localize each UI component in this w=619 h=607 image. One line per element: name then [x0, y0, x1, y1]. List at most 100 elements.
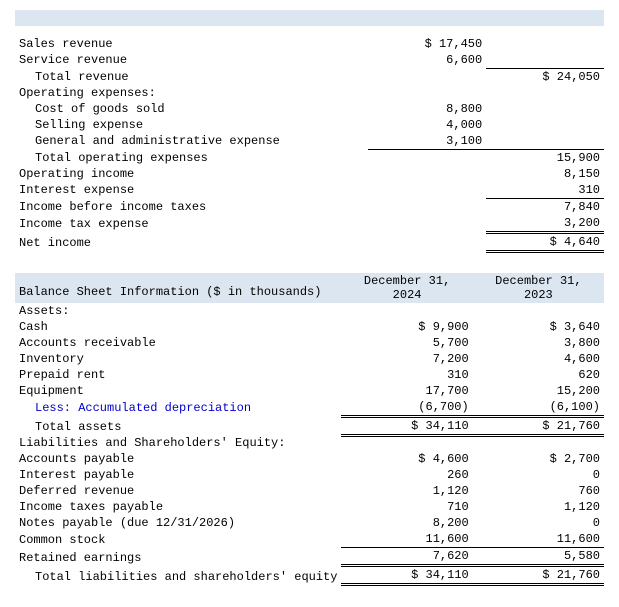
income-row-label: Total revenue: [15, 68, 368, 85]
income-row-right: 3,200: [486, 215, 604, 233]
income-row-right: 15,900: [486, 149, 604, 166]
balance-row: Total liabilities and shareholders' equi…: [15, 566, 604, 585]
income-row: Total revenue$ 24,050: [15, 68, 604, 85]
balance-row-2024: 5,700: [341, 335, 472, 351]
balance-row-2024: 710: [341, 499, 472, 515]
balance-row-label: Prepaid rent: [15, 367, 341, 383]
income-statement-table: Sales revenue$ 17,450Service revenue6,60…: [15, 36, 604, 253]
balance-row-2023: [473, 303, 604, 319]
balance-row-label: Common stock: [15, 531, 341, 548]
income-row: Income before income taxes7,840: [15, 198, 604, 215]
balance-row-label: Retained earnings: [15, 548, 341, 566]
balance-row-label: Total liabilities and shareholders' equi…: [15, 566, 341, 585]
income-row-mid: [368, 215, 486, 233]
income-row-right: 8,150: [486, 166, 604, 182]
income-row-label: Operating income: [15, 166, 368, 182]
balance-row-label: Accounts receivable: [15, 335, 341, 351]
balance-row-label: Total assets: [15, 416, 341, 435]
balance-row-label: Interest payable: [15, 467, 341, 483]
balance-row-2024: 7,620: [341, 548, 472, 566]
balance-row-2023: 0: [473, 467, 604, 483]
balance-row-2024: 260: [341, 467, 472, 483]
income-row: Income tax expense 3,200: [15, 215, 604, 233]
income-row-mid: 8,800: [368, 101, 486, 117]
balance-row-2023: $ 21,760: [473, 416, 604, 435]
income-row-mid: 6,600: [368, 52, 486, 68]
income-row: Cost of goods sold8,800: [15, 101, 604, 117]
income-row-label: Income tax expense: [15, 215, 368, 233]
balance-row-2023: 15,200: [473, 383, 604, 399]
balance-row-2024: $ 34,110: [341, 416, 472, 435]
income-row-label: Income before income taxes: [15, 198, 368, 215]
income-row-label: Net income: [15, 232, 368, 251]
balance-row-label: Accounts payable: [15, 451, 341, 467]
income-row: General and administrative expense3,100: [15, 133, 604, 150]
balance-row-2024: [341, 303, 472, 319]
balance-row-2023: 4,600: [473, 351, 604, 367]
balance-row-2023: (6,100): [473, 399, 604, 417]
balance-sheet-table: Balance Sheet Information ($ in thousand…: [15, 273, 604, 587]
balance-row: Less: Accumulated depreciation(6,700)(6,…: [15, 399, 604, 417]
balance-row-2023: 1,120: [473, 499, 604, 515]
income-row-right: $ 4,640: [486, 232, 604, 251]
balance-row-2023: 760: [473, 483, 604, 499]
income-row-mid: 4,000: [368, 117, 486, 133]
income-row-label: Selling expense: [15, 117, 368, 133]
balance-row-2024: 1,120: [341, 483, 472, 499]
balance-row-label: Notes payable (due 12/31/2026): [15, 515, 341, 531]
income-row-label: Cost of goods sold: [15, 101, 368, 117]
balance-row-label: Deferred revenue: [15, 483, 341, 499]
balance-row-2024: [341, 435, 472, 451]
income-row-label: Interest expense: [15, 182, 368, 199]
income-row-mid: $ 17,450: [368, 36, 486, 52]
income-row-mid: [368, 182, 486, 199]
income-row: Selling expense4,000: [15, 117, 604, 133]
balance-row-2024: 8,200: [341, 515, 472, 531]
balance-row-2024: $ 4,600: [341, 451, 472, 467]
balance-row: Deferred revenue1,120760: [15, 483, 604, 499]
balance-row-2023: [473, 435, 604, 451]
balance-row: Common stock11,60011,600: [15, 531, 604, 548]
balance-row: Income taxes payable7101,120: [15, 499, 604, 515]
balance-header-2023: December 31,2023: [473, 273, 604, 303]
balance-row-label: Equipment: [15, 383, 341, 399]
income-row: Total operating expenses 15,900: [15, 149, 604, 166]
balance-row-2023: 3,800: [473, 335, 604, 351]
balance-row-2023: 0: [473, 515, 604, 531]
income-row-right: [486, 85, 604, 101]
income-row-mid: [368, 198, 486, 215]
income-row-mid: [368, 149, 486, 166]
balance-sheet-header-label: Balance Sheet Information ($ in thousand…: [15, 273, 341, 303]
balance-row: Accounts payable$ 4,600$ 2,700: [15, 451, 604, 467]
income-row-right: [486, 117, 604, 133]
balance-row-label: Inventory: [15, 351, 341, 367]
balance-row-label: Income taxes payable: [15, 499, 341, 515]
balance-row-label: Liabilities and Shareholders' Equity:: [15, 435, 341, 451]
income-row: Service revenue6,600: [15, 52, 604, 68]
income-row-mid: [368, 232, 486, 251]
income-row-label: Total operating expenses: [15, 149, 368, 166]
income-row-right: [486, 133, 604, 150]
income-row-label: Sales revenue: [15, 36, 368, 52]
balance-row: Prepaid rent310620: [15, 367, 604, 383]
income-row-right: [486, 101, 604, 117]
income-row-right: [486, 36, 604, 52]
income-row: Operating income 8,150: [15, 166, 604, 182]
balance-header-2024: December 31,2024: [341, 273, 472, 303]
balance-row: Accounts receivable5,7003,800: [15, 335, 604, 351]
income-row: Sales revenue$ 17,450: [15, 36, 604, 52]
balance-row-2023: 620: [473, 367, 604, 383]
income-statement-header: [15, 10, 604, 26]
balance-row-2023: 5,580: [473, 548, 604, 566]
balance-row: Cash$ 9,900$ 3,640: [15, 319, 604, 335]
balance-row: Equipment17,70015,200: [15, 383, 604, 399]
balance-row: Notes payable (due 12/31/2026)8,2000: [15, 515, 604, 531]
income-row-right: 310: [486, 182, 604, 199]
balance-row-label: Cash: [15, 319, 341, 335]
balance-row-2024: $ 9,900: [341, 319, 472, 335]
income-row-label: Operating expenses:: [15, 85, 368, 101]
balance-row-2024: 7,200: [341, 351, 472, 367]
balance-row-2024: $ 34,110: [341, 566, 472, 585]
balance-row-2023: $ 21,760: [473, 566, 604, 585]
balance-row: Interest payable2600: [15, 467, 604, 483]
